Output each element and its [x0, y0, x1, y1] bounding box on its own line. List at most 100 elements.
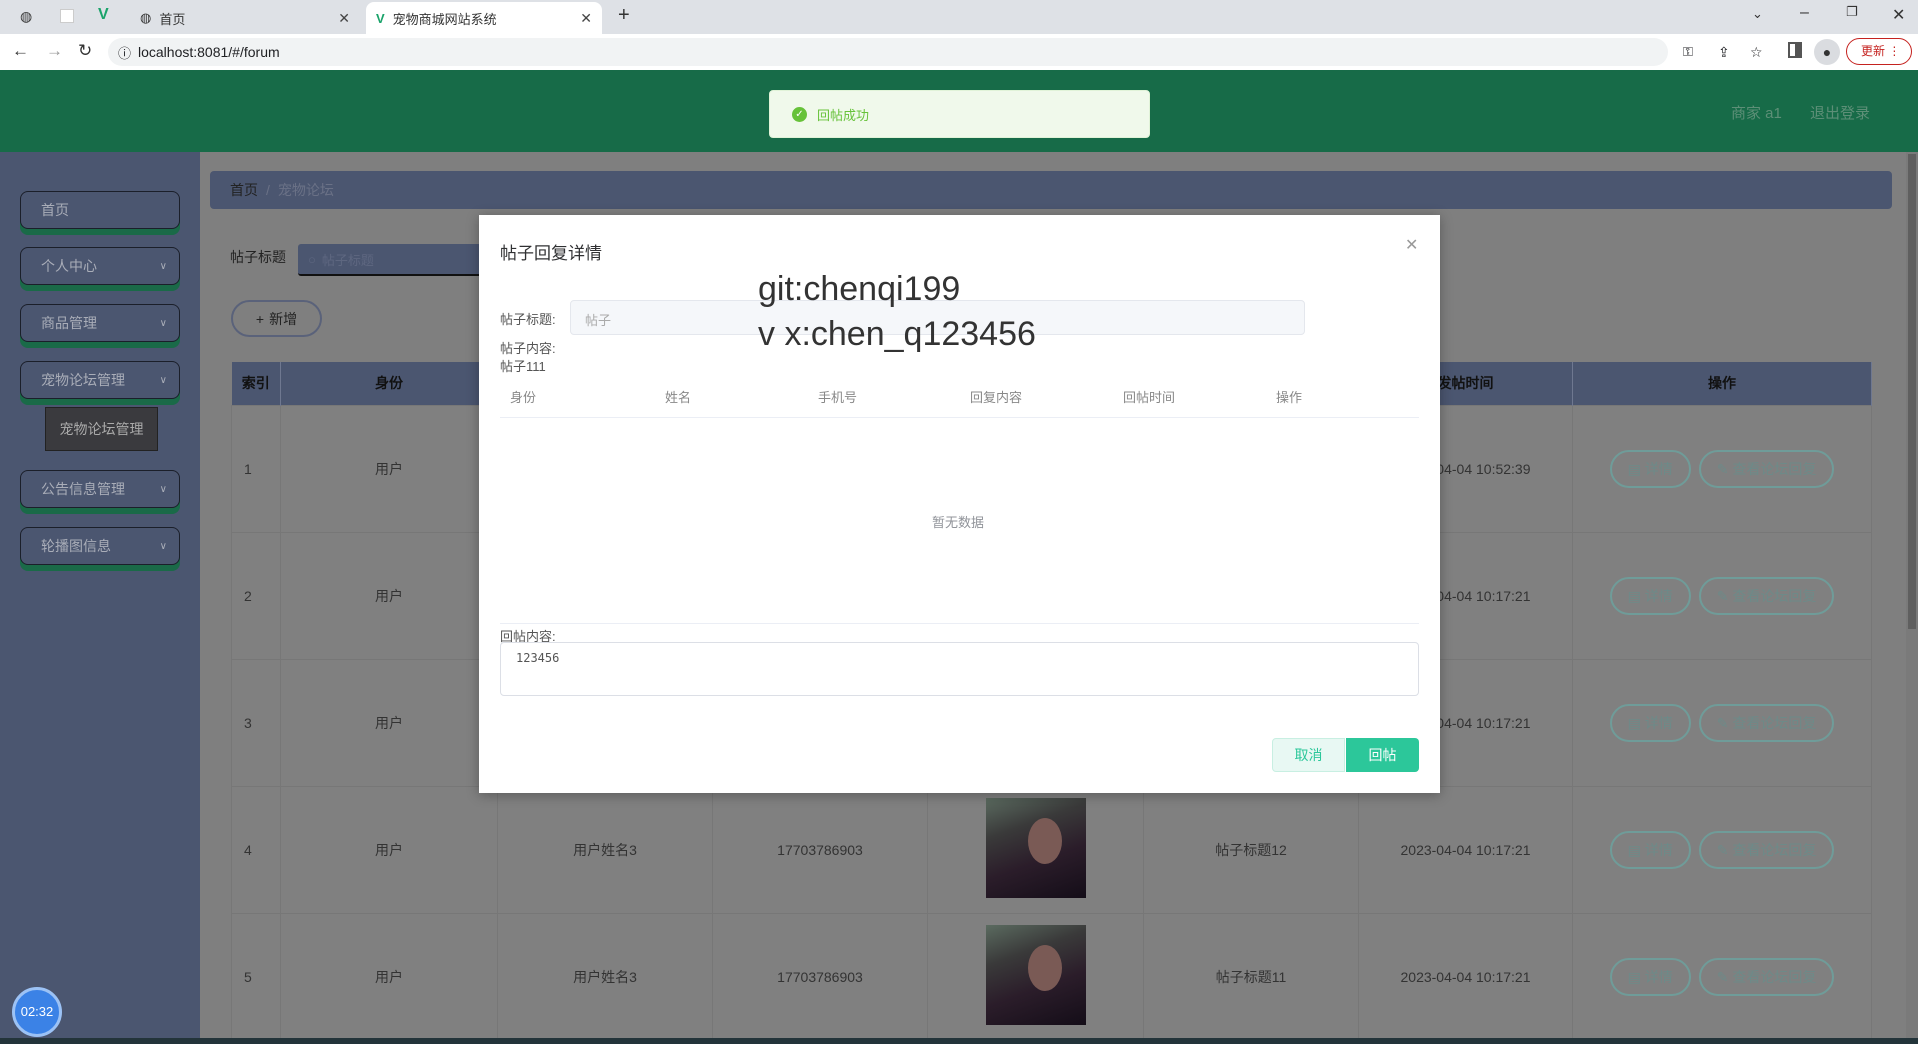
close-window-button[interactable]: ✕ — [1892, 5, 1905, 25]
update-button[interactable]: 更新 ⋮ — [1846, 38, 1912, 65]
add-label: 新增 — [269, 310, 298, 327]
info-icon: ⓘ — [118, 45, 132, 61]
cell-title: 帖子标题11 — [1143, 912, 1359, 1041]
detail-button[interactable]: ▤ 详情 — [1609, 576, 1691, 615]
reply-header-actions: 操作 — [1276, 390, 1303, 405]
header-actions: 操作 — [1572, 362, 1872, 405]
submenu-popup-forum[interactable]: 宠物论坛管理 — [45, 407, 158, 451]
header-identity: 身份 — [280, 362, 498, 405]
reload-icon[interactable]: ↻ — [78, 41, 92, 61]
document-icon: ▤ — [1627, 714, 1645, 731]
globe-icon[interactable]: ◍ — [20, 8, 32, 25]
search-placeholder: 帖子标题 — [321, 252, 374, 268]
post-image[interactable] — [985, 798, 1086, 898]
document-icon: ▤ — [1627, 968, 1645, 985]
chevron-down-icon: ∨ — [159, 540, 167, 552]
cell-index: 3 — [231, 658, 281, 787]
submenu-item-label: 宠物论坛管理 — [59, 421, 144, 437]
watermark-line2: v x:chen_q123456 — [758, 315, 1036, 353]
profile-icon[interactable]: ● — [1814, 39, 1840, 65]
sidebar-item-label: 轮播图信息 — [41, 538, 111, 554]
close-tab-icon[interactable]: ✕ — [338, 10, 350, 27]
tab-pet-mall[interactable]: V 宠物商城网站系统 ✕ — [366, 2, 602, 34]
tab-label: 首页 — [159, 11, 186, 27]
current-user: 商家 a1 — [1731, 105, 1782, 122]
logout-link[interactable]: 退出登录 — [1810, 102, 1870, 123]
detail-button[interactable]: ▤ 详情 — [1609, 449, 1691, 488]
page-icon[interactable] — [60, 9, 74, 23]
button-label: 查看论坛回复 — [1732, 841, 1817, 858]
submit-label: 回帖 — [1368, 747, 1397, 763]
search-input[interactable]: ○ 帖子标题 — [298, 244, 498, 276]
view-replies-button[interactable]: ✎ 查看论坛回复 — [1698, 449, 1835, 488]
share-icon[interactable]: ⇪ — [1718, 44, 1730, 61]
toast-message: 回帖成功 — [817, 107, 870, 123]
sidebar-item-personal[interactable]: 个人中心 ∨ — [20, 247, 180, 285]
empty-text: 暂无数据 — [932, 515, 985, 530]
add-button[interactable]: + 新增 — [231, 300, 322, 337]
cell-actions: ▤ 详情 ✎ 查看论坛回复 — [1572, 785, 1872, 914]
sidebar-item-label: 宠物论坛管理 — [41, 372, 125, 388]
reply-header-content: 回复内容 — [970, 390, 1023, 405]
sidebar-item-home[interactable]: 首页 — [20, 191, 180, 229]
detail-button[interactable]: ▤ 详情 — [1609, 830, 1691, 869]
cell-phone: 17703786903 — [712, 912, 928, 1041]
sidebar-item-carousel[interactable]: 轮播图信息 ∨ — [20, 527, 180, 565]
timer-text: 02:32 — [20, 1004, 54, 1019]
view-replies-button[interactable]: ✎ 查看论坛回复 — [1698, 830, 1835, 869]
reply-header-name: 姓名 — [665, 390, 692, 405]
side-panel-icon[interactable] — [1788, 42, 1802, 58]
sidebar-item-forum[interactable]: 宠物论坛管理 ∨ — [20, 361, 180, 399]
edit-icon: ✎ — [1716, 841, 1733, 858]
table-row: 4 用户 用户姓名3 17703786903 帖子标题12 2023-04-04 10:1… — [231, 785, 1872, 914]
breadcrumb-separator: / — [266, 182, 270, 198]
chevron-down-icon: ∨ — [159, 483, 167, 495]
cell-actions: ▤ 详情 ✎ 查看论坛回复 — [1572, 531, 1872, 660]
success-toast: ✓ 回帖成功 — [769, 90, 1150, 138]
cell-time: 2023-04-04 10:17:21 — [1358, 785, 1573, 914]
breadcrumb-home[interactable]: 首页 — [230, 180, 258, 200]
watermark-line1: git:chenqi199 — [758, 270, 961, 308]
scrollbar[interactable] — [1906, 152, 1918, 1038]
sidebar-item-label: 公告信息管理 — [41, 481, 125, 497]
scrollbar-thumb[interactable] — [1908, 154, 1916, 629]
reply-header-phone: 手机号 — [818, 390, 858, 405]
post-title-value: 帖子 — [585, 313, 612, 328]
post-image[interactable] — [985, 925, 1086, 1025]
cell-index: 4 — [231, 785, 281, 914]
cell-image — [927, 785, 1144, 914]
sidebar-item-label: 个人中心 — [41, 258, 97, 274]
url-input[interactable]: ⓘ localhost:8081/#/forum ⚿ ⇪ ☆ — [108, 38, 1763, 66]
url-text: localhost:8081/#/forum — [138, 44, 280, 60]
new-tab-button[interactable]: + — [618, 4, 630, 27]
cancel-button[interactable]: 取消 — [1272, 738, 1345, 772]
view-replies-button[interactable]: ✎ 查看论坛回复 — [1698, 703, 1835, 742]
cell-identity: 用户 — [280, 785, 498, 914]
key-icon[interactable]: ⚿ — [1683, 44, 1693, 60]
divider — [500, 623, 1419, 624]
sidebar-item-goods[interactable]: 商品管理 ∨ — [20, 304, 180, 342]
tab-home[interactable]: ◍ 首页 ✕ — [130, 2, 360, 34]
restore-button[interactable]: ❐ — [1846, 4, 1858, 20]
view-replies-button[interactable]: ✎ 查看论坛回复 — [1698, 957, 1835, 996]
address-bar-row: ← → ↻ ⓘ localhost:8081/#/forum ⚿ ⇪ ☆ ● 更… — [0, 34, 1918, 70]
tab-search-icon[interactable]: ⌄ — [1752, 6, 1763, 22]
close-icon[interactable]: ✕ — [1405, 235, 1418, 255]
detail-button[interactable]: ▤ 详情 — [1609, 957, 1691, 996]
back-icon[interactable]: ← — [12, 41, 29, 61]
minimize-button[interactable]: – — [1800, 4, 1809, 22]
submit-reply-button[interactable]: 回帖 — [1346, 738, 1419, 772]
star-icon[interactable]: ☆ — [1750, 44, 1763, 61]
bottom-bar — [0, 1038, 1918, 1044]
close-tab-icon[interactable]: ✕ — [580, 10, 592, 27]
divider — [500, 417, 1419, 418]
button-label: 详情 — [1644, 714, 1673, 731]
forward-icon[interactable]: → — [46, 41, 63, 61]
detail-button[interactable]: ▤ 详情 — [1609, 703, 1691, 742]
reply-content-textarea[interactable]: 123456 — [500, 642, 1419, 696]
reply-header-time: 回帖时间 — [1123, 390, 1176, 405]
vue-icon[interactable]: V — [98, 6, 109, 24]
cell-image — [927, 912, 1144, 1041]
view-replies-button[interactable]: ✎ 查看论坛回复 — [1698, 576, 1835, 615]
sidebar-item-notice[interactable]: 公告信息管理 ∨ — [20, 470, 180, 508]
